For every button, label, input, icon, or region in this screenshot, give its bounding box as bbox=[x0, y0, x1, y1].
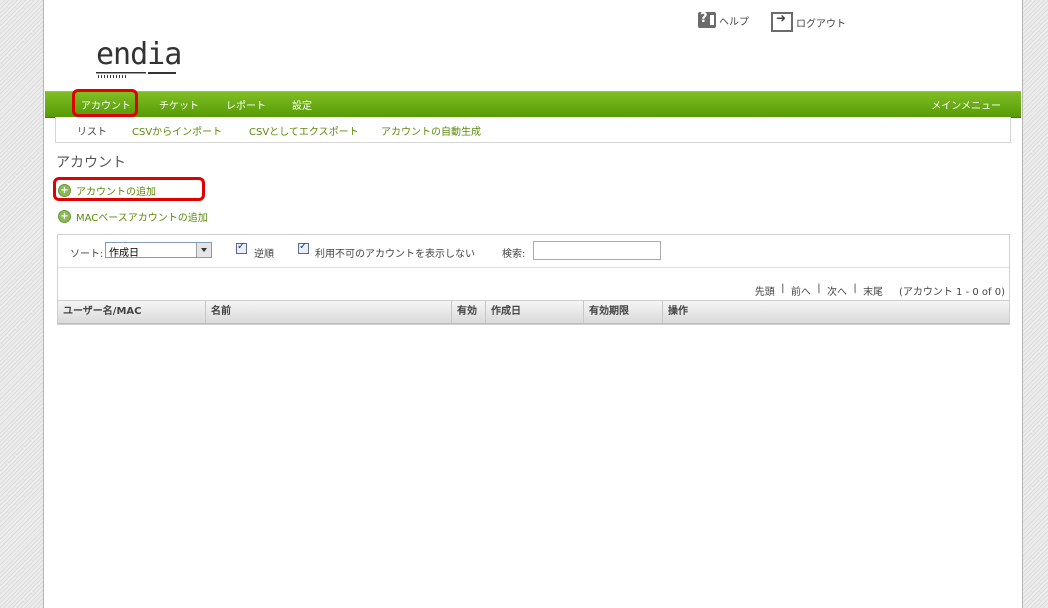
help-label: ヘルプ bbox=[719, 16, 749, 28]
search-input[interactable] bbox=[533, 241, 661, 260]
add-account-button[interactable]: + アカウントの追加 bbox=[58, 183, 156, 198]
column-header-actions: 操作 bbox=[668, 306, 688, 317]
plus-circle-icon: + bbox=[58, 210, 71, 223]
subnav-item-export-csv[interactable]: CSVとしてエクスポート bbox=[249, 123, 359, 138]
plus-circle-icon: + bbox=[58, 184, 71, 197]
help-icon bbox=[698, 11, 716, 28]
sort-select[interactable]: 作成日 bbox=[105, 242, 212, 259]
endian-logo: endian bbox=[96, 34, 180, 80]
main-nav-bar: アカウント チケット レポート 設定 メインメニュー bbox=[45, 91, 1021, 118]
pager-separator: | bbox=[846, 283, 864, 294]
column-header-username[interactable]: ユーザー名/MAC bbox=[58, 301, 206, 323]
add-account-label: アカウントの追加 bbox=[76, 187, 156, 198]
pager: 先頭 | 前へ | 次へ | 末尾 (アカウント 1 - 0 of 0) bbox=[755, 283, 1005, 298]
hide-disabled-checkbox[interactable] bbox=[298, 241, 309, 254]
table-header: ユーザー名/MAC 名前 有効 作成日 有効期限 操作 bbox=[58, 300, 1009, 324]
column-header-created[interactable]: 作成日 bbox=[486, 301, 584, 323]
add-mac-account-button[interactable]: + MACベースアカウントの追加 bbox=[58, 209, 208, 224]
column-header-name[interactable]: 名前 bbox=[206, 301, 452, 323]
pager-last[interactable]: 末尾 bbox=[863, 283, 883, 298]
chevron-down-icon[interactable] bbox=[196, 243, 211, 257]
page-title: アカウント bbox=[56, 155, 126, 171]
account-list-panel: ソート: 作成日 逆順 利用不可のアカウントを表示しない 検索: 先頭 | 前へ… bbox=[57, 234, 1010, 325]
hide-disabled-label: 利用不可のアカウントを表示しない bbox=[315, 249, 475, 260]
pager-first[interactable]: 先頭 bbox=[755, 283, 775, 298]
column-header-enabled[interactable]: 有効 bbox=[452, 301, 486, 323]
pager-next[interactable]: 次へ bbox=[827, 283, 847, 298]
logout-link[interactable]: ログアウト bbox=[771, 11, 846, 32]
subnav-item-import-csv[interactable]: CSVからインポート bbox=[132, 123, 222, 138]
main-menu-link[interactable]: メインメニュー bbox=[931, 97, 1001, 112]
nav-item-account[interactable]: アカウント bbox=[81, 97, 131, 112]
nav-item-settings[interactable]: 設定 bbox=[292, 97, 312, 112]
sub-nav: リスト CSVからインポート CSVとしてエクスポート アカウントの自動生成 bbox=[55, 117, 1011, 143]
logo-text: endian bbox=[96, 37, 180, 72]
nav-item-report[interactable]: レポート bbox=[226, 97, 266, 112]
search-label: 検索: bbox=[502, 249, 526, 260]
pager-separator: | bbox=[810, 283, 827, 294]
help-link[interactable]: ヘルプ bbox=[698, 11, 749, 28]
logout-label: ログアウト bbox=[796, 18, 846, 30]
pager-gap bbox=[883, 283, 899, 298]
nav-item-ticket[interactable]: チケット bbox=[159, 97, 199, 112]
pager-prev[interactable]: 前へ bbox=[791, 283, 811, 298]
pager-separator: | bbox=[774, 283, 791, 294]
subnav-item-auto-generate[interactable]: アカウントの自動生成 bbox=[381, 123, 481, 138]
subnav-item-list[interactable]: リスト bbox=[77, 123, 107, 138]
pager-summary: (アカウント 1 - 0 of 0) bbox=[898, 287, 1005, 298]
reverse-label: 逆順 bbox=[254, 249, 274, 260]
add-mac-account-label: MACベースアカウントの追加 bbox=[76, 213, 208, 224]
sort-select-value: 作成日 bbox=[109, 248, 139, 259]
sort-label: ソート: bbox=[70, 249, 104, 260]
page-container: ヘルプ ログアウト endian アカウント チケット レポート 設定 メインメ… bbox=[43, 0, 1023, 608]
filter-row: ソート: 作成日 逆順 利用不可のアカウントを表示しない 検索: bbox=[58, 235, 1009, 268]
reverse-checkbox[interactable] bbox=[236, 241, 247, 254]
logout-icon bbox=[771, 11, 793, 32]
column-header-expiration[interactable]: 有効期限 bbox=[584, 301, 663, 323]
